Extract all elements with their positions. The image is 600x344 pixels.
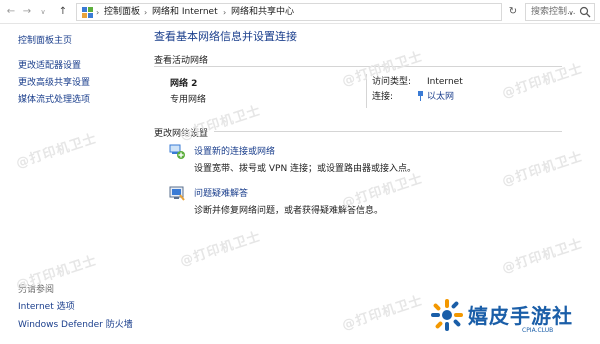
change-advanced-sharing-link[interactable]: 更改高级共享设置 (18, 78, 90, 89)
back-button[interactable]: ← (4, 5, 18, 19)
breadcrumb-separator: › (96, 8, 100, 17)
breadcrumb-network-internet[interactable]: 网络和 Internet (152, 7, 218, 18)
logo-name: 嬉皮手游社 (468, 304, 573, 328)
watermark-text: @打印机卫士 (500, 236, 585, 277)
watermark-text: @打印机卫士 (178, 229, 263, 270)
address-toolbar: ← → ∨ ↑ › 控制面板 › 网络和 Internet › 网络和共享中心 … (0, 0, 600, 24)
setup-new-connection-desc: 设置宽带、拨号或 VPN 连接；或设置路由器或接入点。 (194, 164, 417, 174)
watermark-text: @打印机卫士 (500, 61, 585, 102)
internet-options-link[interactable]: Internet 选项 (18, 302, 75, 313)
watermark-text: @打印机卫士 (340, 293, 425, 334)
ethernet-connection-link[interactable]: 以太网 (427, 92, 454, 103)
setup-new-connection-link[interactable]: 设置新的连接或网络 (194, 144, 275, 157)
up-button[interactable]: ↑ (56, 5, 70, 19)
breadcrumb-separator: › (144, 8, 148, 17)
address-box[interactable]: › 控制面板 › 网络和 Internet › 网络和共享中心 ∨ (76, 3, 574, 21)
network-setup-icon (169, 144, 185, 159)
recent-locations-button[interactable]: ∨ (36, 5, 50, 19)
page-title: 查看基本网络信息并设置连接 (154, 30, 297, 43)
ethernet-icon (418, 91, 423, 101)
watermark-text: @打印机卫士 (14, 253, 99, 294)
search-input[interactable]: 搜索控制... (525, 3, 595, 21)
breadcrumb-control-panel[interactable]: 控制面板 (104, 7, 140, 18)
breadcrumb-network-sharing-center[interactable]: 网络和共享中心 (231, 7, 294, 18)
troubleshoot-icon (169, 186, 185, 201)
watermark-text: @打印机卫士 (14, 131, 99, 172)
logo-mark-icon (431, 299, 463, 331)
network-type: 专用网络 (170, 95, 207, 105)
active-networks-heading: 查看活动网络 (154, 56, 209, 66)
network-name: 网络 2 (170, 79, 198, 89)
troubleshoot-link[interactable]: 问题疑难解答 (194, 186, 248, 199)
watermark-text: @打印机卫士 (500, 149, 585, 190)
access-type-value: Internet (427, 77, 463, 87)
change-adapter-settings-link[interactable]: 更改适配器设置 (18, 61, 81, 72)
site-logo: 嬉皮手游社 CPIA.CLUB (422, 298, 600, 342)
control-panel-home-link[interactable]: 控制面板主页 (18, 36, 72, 47)
logo-subtitle: CPIA.CLUB (522, 327, 554, 334)
search-icon (579, 6, 591, 18)
control-panel-icon (82, 7, 93, 18)
search-placeholder: 搜索控制... (531, 7, 576, 17)
forward-button[interactable]: → (20, 5, 34, 19)
refresh-button[interactable]: ↻ (505, 5, 521, 19)
breadcrumb-separator: › (223, 8, 227, 17)
media-streaming-options-link[interactable]: 媒体流式处理选项 (18, 95, 90, 106)
section-divider (214, 131, 562, 132)
windows-defender-firewall-link[interactable]: Windows Defender 防火墙 (18, 320, 133, 331)
watermark-text: @打印机卫士 (178, 103, 263, 144)
connections-label: 连接: (372, 92, 394, 102)
